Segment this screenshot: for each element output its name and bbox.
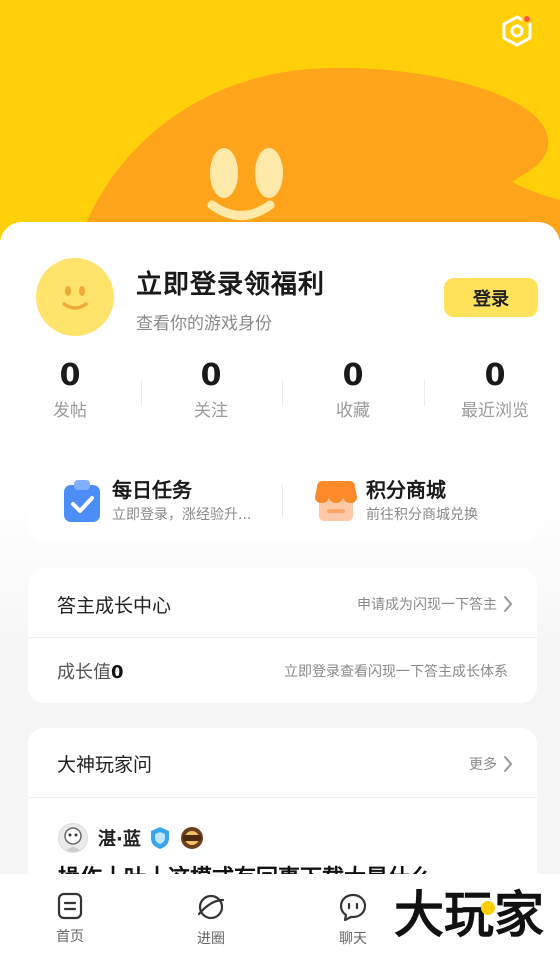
login-title[interactable]: 立即登录领福利 (136, 264, 325, 301)
tab-circles[interactable]: 进圈 (171, 892, 251, 948)
post-author[interactable]: 湛·蓝 (58, 823, 205, 853)
stat-value: 0 (59, 358, 81, 393)
apply-answerer-label: 申请成为闪现一下答主 (357, 597, 497, 613)
stat-label: 关注 (194, 401, 228, 421)
tab-label: 首页 (56, 929, 84, 945)
divider (28, 797, 537, 798)
stat-value: 0 (342, 358, 364, 393)
user-avatar (58, 823, 88, 853)
stat-favorites[interactable]: 0 收藏 (283, 356, 423, 426)
tab-chat[interactable]: 聊天 (313, 892, 393, 948)
clipboard-check-icon (58, 477, 106, 525)
tab-label: 进圈 (197, 931, 225, 947)
user-avatar-icon (64, 827, 82, 852)
task-subtitle: 前往积分商城兑换 (366, 507, 478, 523)
shield-badge-icon (149, 826, 171, 850)
task-subtitle: 立即登录，涨经验升... (112, 507, 252, 523)
stat-label: 收藏 (336, 401, 370, 421)
task-title: 每日任务 (112, 478, 192, 502)
stat-following[interactable]: 0 关注 (141, 356, 281, 426)
growth-hint-link[interactable]: 立即登录查看闪现一下答主成长体系 (284, 661, 508, 681)
settings-button[interactable] (500, 14, 534, 48)
chevron-right-icon (504, 756, 513, 772)
stat-label: 发帖 (53, 401, 87, 421)
notification-dot (522, 14, 532, 24)
login-subtitle: 查看你的游戏身份 (136, 314, 272, 334)
document-icon (57, 892, 83, 920)
growth-value-row: 成长值0 (57, 658, 124, 684)
login-button[interactable]: 登录 (444, 278, 538, 317)
watermark-text: 大玩家 (394, 886, 544, 944)
tab-home[interactable]: 首页 (30, 892, 110, 946)
max-level-badge-icon (179, 826, 205, 850)
smiley-avatar-icon (62, 286, 88, 310)
tab-label: 聊天 (339, 931, 367, 947)
stat-posts[interactable]: 0 发帖 (0, 356, 140, 426)
divider (282, 485, 283, 517)
avatar[interactable] (36, 258, 114, 336)
growth-title: 答主成长中心 (57, 595, 172, 617)
mascot-blob-decoration (80, 67, 560, 240)
growth-value: 0 (111, 662, 124, 683)
watermark-logo: 大玩家 (384, 880, 554, 946)
masters-title: 大神玩家问 (57, 754, 153, 776)
answerer-growth-card: 答主成长中心 申请成为闪现一下答主 成长值0 立即登录查看闪现一下答主成长体系 (28, 568, 537, 703)
points-mall-entry[interactable]: 积分商城 前往积分商城兑换 (312, 459, 478, 543)
apply-answerer-link[interactable]: 申请成为闪现一下答主 (357, 594, 513, 614)
stat-value: 0 (200, 358, 222, 393)
chat-bubble-icon (339, 893, 367, 922)
stat-recent-views[interactable]: 0 最近浏览 (425, 356, 560, 426)
more-label: 更多 (469, 757, 497, 773)
growth-value-label: 成长值 (57, 662, 111, 683)
more-link[interactable]: 更多 (469, 754, 513, 774)
shop-icon (312, 477, 360, 525)
quick-entry-card: 每日任务 立即登录，涨经验升... 积分商城 前往积分商城兑换 (28, 459, 537, 543)
profile-header-banner (0, 0, 560, 240)
divider (28, 637, 537, 638)
stat-label: 最近浏览 (461, 401, 529, 421)
stat-value: 0 (484, 358, 506, 393)
stats-row: 0 发帖 0 关注 0 收藏 0 最近浏览 (0, 356, 560, 432)
username: 湛·蓝 (98, 829, 141, 850)
daily-tasks-entry[interactable]: 每日任务 立即登录，涨经验升... (58, 459, 251, 543)
chevron-right-icon (504, 596, 513, 612)
task-title: 积分商城 (366, 478, 446, 502)
planet-icon (197, 894, 225, 920)
